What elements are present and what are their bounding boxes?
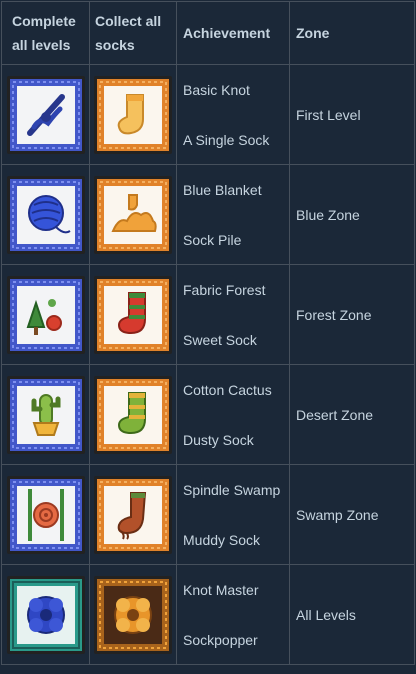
socks-badge-cell	[89, 164, 177, 265]
levels-badge-cell	[1, 264, 90, 365]
sock-pile-icon	[93, 175, 173, 255]
levels-badge-cell	[1, 164, 90, 265]
achievement-cell: Spindle Swamp Muddy Sock	[176, 464, 290, 565]
sock-achievement-name: Sockpopper	[183, 632, 258, 648]
dusty-sock-icon	[93, 375, 173, 455]
achievement-cell: Knot Master Sockpopper	[176, 564, 290, 665]
knot-icon	[6, 75, 86, 155]
levels-badge-cell	[1, 564, 90, 665]
muddy-sock-icon	[93, 475, 173, 555]
table-row: Cotton Cactus Dusty Sock Desert Zone	[1, 364, 415, 465]
socks-badge-cell	[89, 364, 177, 465]
sock-achievement-name: A Single Sock	[183, 132, 270, 148]
cactus-icon	[6, 375, 86, 455]
level-achievement-name: Spindle Swamp	[183, 482, 281, 498]
level-achievement-name: Fabric Forest	[183, 282, 266, 298]
spindle-icon	[6, 475, 86, 555]
zone-cell: Desert Zone	[289, 364, 415, 465]
socks-badge-cell	[89, 264, 177, 365]
table-row: Basic Knot A Single Sock First Level	[1, 64, 415, 165]
zone-cell: First Level	[289, 64, 415, 165]
achievements-table: Complete all levels Collect all socks Ac…	[1, 1, 415, 665]
achievement-cell: Basic Knot A Single Sock	[176, 64, 290, 165]
header-achievement: Achievement	[176, 1, 290, 65]
sock-achievement-name: Sock Pile	[183, 232, 242, 248]
fabric-forest-icon	[6, 275, 86, 355]
zone-cell: Swamp Zone	[289, 464, 415, 565]
yarn-ball-icon	[6, 175, 86, 255]
level-achievement-name: Cotton Cactus	[183, 382, 272, 398]
achievement-cell: Cotton Cactus Dusty Sock	[176, 364, 290, 465]
table-row: Spindle Swamp Muddy Sock Swamp Zone	[1, 464, 415, 565]
table-row: Fabric Forest Sweet Sock Forest Zone	[1, 264, 415, 365]
achievement-cell: Fabric Forest Sweet Sock	[176, 264, 290, 365]
socks-badge-cell	[89, 464, 177, 565]
header-zone: Zone	[289, 1, 415, 65]
levels-badge-cell	[1, 464, 90, 565]
achievement-cell: Blue Blanket Sock Pile	[176, 164, 290, 265]
zone-cell: Blue Zone	[289, 164, 415, 265]
table-row: Knot Master Sockpopper All Levels	[1, 564, 415, 665]
level-achievement-name: Blue Blanket	[183, 182, 262, 198]
level-achievement-name: Basic Knot	[183, 82, 250, 98]
blue-flower-knot-icon	[6, 575, 86, 655]
socks-badge-cell	[89, 564, 177, 665]
header-row: Complete all levels Collect all socks Ac…	[1, 1, 415, 65]
levels-badge-cell	[1, 64, 90, 165]
table-row: Blue Blanket Sock Pile Blue Zone	[1, 164, 415, 265]
sock-achievement-name: Sweet Sock	[183, 332, 257, 348]
level-achievement-name: Knot Master	[183, 582, 259, 598]
zone-cell: All Levels	[289, 564, 415, 665]
levels-badge-cell	[1, 364, 90, 465]
gold-flower-icon	[93, 575, 173, 655]
zone-cell: Forest Zone	[289, 264, 415, 365]
sweet-sock-icon	[93, 275, 173, 355]
sock-achievement-name: Dusty Sock	[183, 432, 254, 448]
header-collect-socks: Collect all socks	[89, 1, 177, 65]
socks-badge-cell	[89, 64, 177, 165]
single-sock-icon	[93, 75, 173, 155]
sock-achievement-name: Muddy Sock	[183, 532, 261, 548]
header-complete-levels: Complete all levels	[1, 1, 90, 65]
